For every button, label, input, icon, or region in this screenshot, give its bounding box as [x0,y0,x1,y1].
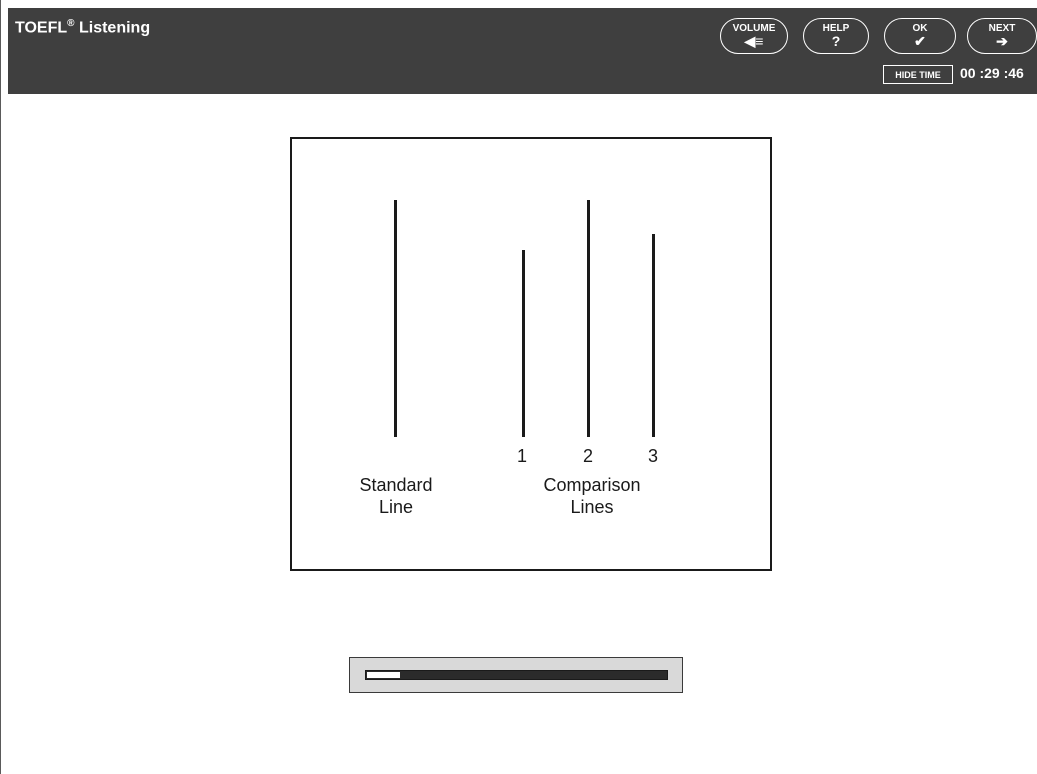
app-title: TOEFL® Listening [15,18,150,37]
hide-time-button[interactable]: HIDE TIME [883,65,953,84]
help-button[interactable]: HELP ? [803,18,869,54]
ok-button[interactable]: OK ✔ [884,18,956,54]
app-title-text: TOEFL [15,19,68,37]
comparison-caption-line1: Comparison [543,475,641,495]
comparison-line-1 [522,250,525,437]
figure-panel: 1 2 3 Standard Line Comparison Lines [290,137,772,571]
standard-line-caption: Standard Line [337,474,455,518]
progress-track [365,670,668,680]
arrow-right-icon: ➔ [996,33,1008,49]
comparison-line-2 [587,200,590,437]
registered-mark: ® [67,18,75,29]
comparison-caption-line2: Lines [570,497,614,517]
standard-caption-line1: Standard [359,475,433,495]
header-bar: TOEFL® Listening VOLUME ◀≡ HELP ? OK ✔ N… [8,8,1037,94]
app-window: TOEFL® Listening VOLUME ◀≡ HELP ? OK ✔ N… [0,0,1037,774]
volume-button[interactable]: VOLUME ◀≡ [720,18,788,54]
countdown-timer: 00 :29 :46 [960,65,1024,81]
progress-fill [367,672,400,678]
standard-line [394,200,397,437]
app-title-suffix: Listening [74,19,151,37]
comparison-number-3: 3 [648,446,659,466]
checkmark-icon: ✔ [914,33,926,49]
comparison-number-1: 1 [517,446,528,466]
next-button[interactable]: NEXT ➔ [967,18,1037,54]
comparison-lines-caption: Comparison Lines [522,474,662,518]
audio-progress-bar [349,657,683,693]
question-mark-icon: ? [831,33,841,49]
speaker-icon: ◀≡ [744,33,764,49]
comparison-line-3 [652,234,655,437]
standard-caption-line2: Line [378,497,414,517]
comparison-number-2: 2 [583,446,594,466]
